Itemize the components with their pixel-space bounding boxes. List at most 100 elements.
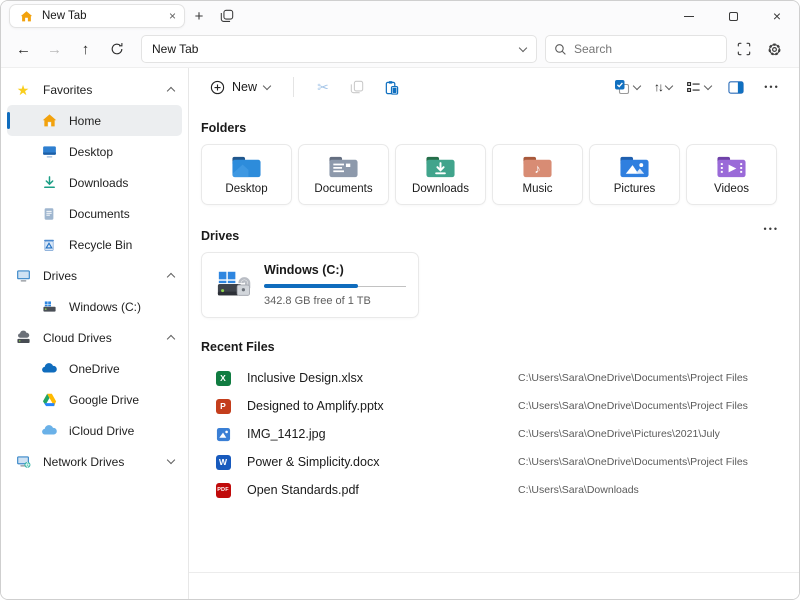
sidebar: ★ Favorites Home Desktop: [1, 68, 189, 599]
details-pane-button[interactable]: [721, 73, 751, 101]
drives-more-button[interactable]: •••: [764, 224, 779, 234]
file-name: IMG_1412.jpg: [247, 427, 518, 441]
list-view-icon: [686, 80, 701, 95]
paste-button[interactable]: [376, 73, 406, 101]
chevron-down-icon: [633, 81, 641, 89]
new-button[interactable]: New: [201, 75, 279, 100]
settings-button[interactable]: [760, 35, 789, 63]
sort-arrows-icon: ↑↓: [654, 80, 662, 94]
drive-usage-fill: [264, 284, 358, 288]
details-pane-icon: [728, 80, 744, 95]
file-row[interactable]: X Inclusive Design.xlsx C:\Users\Sara\On…: [201, 364, 787, 392]
sidebar-item-windows-c[interactable]: Windows (C:): [7, 291, 182, 322]
folder-card-documents[interactable]: Documents: [298, 144, 389, 205]
sidebar-section-network-drives[interactable]: Network Drives: [7, 446, 182, 477]
pdf-file-icon: PDF: [215, 482, 231, 498]
sidebar-item-icloud-drive[interactable]: iCloud Drive: [7, 415, 182, 446]
ellipsis-icon: •••: [764, 82, 779, 92]
item-label: Windows (C:): [69, 300, 174, 314]
tab-new-tab[interactable]: New Tab ×: [9, 4, 185, 28]
folders-grid: Desktop Documents Downloads ♪ Music: [201, 144, 787, 205]
sidebar-item-downloads[interactable]: Downloads: [7, 167, 182, 198]
item-label: Google Drive: [69, 393, 174, 407]
file-row[interactable]: W Power & Simplicity.docx C:\Users\Sara\…: [201, 448, 787, 476]
refresh-button[interactable]: [102, 35, 131, 63]
sidebar-item-home[interactable]: Home: [7, 105, 182, 136]
google-drive-icon: [41, 392, 57, 408]
drives-monitor-icon: [15, 268, 31, 284]
folders-heading: Folders: [201, 121, 787, 135]
copy-icon: [350, 80, 364, 94]
toolbar-divider: [293, 77, 294, 97]
drive-name: Windows (C:): [264, 263, 406, 277]
folder-card-pictures[interactable]: Pictures: [589, 144, 680, 205]
drive-usage-bar: [264, 284, 406, 288]
svg-text:♪: ♪: [534, 162, 540, 176]
drive-free-space: 342.8 GB free of 1 TB: [264, 295, 406, 307]
new-tab-button[interactable]: +: [185, 3, 213, 29]
select-options-button[interactable]: [610, 79, 644, 95]
home-icon: [18, 8, 34, 24]
search-icon: [554, 43, 567, 56]
file-row[interactable]: PDF Open Standards.pdf C:\Users\Sara\Dow…: [201, 476, 787, 504]
file-path: C:\Users\Sara\OneDrive\Pictures\2021\Jul…: [518, 428, 720, 440]
file-row[interactable]: IMG_1412.jpg C:\Users\Sara\OneDrive\Pict…: [201, 420, 787, 448]
cut-button[interactable]: ✂: [308, 73, 338, 101]
file-row[interactable]: P Designed to Amplify.pptx C:\Users\Sara…: [201, 392, 787, 420]
document-icon: [41, 206, 57, 222]
item-label: Home: [69, 114, 174, 128]
sidebar-section-drives[interactable]: Drives: [7, 260, 182, 291]
address-input[interactable]: [152, 42, 514, 56]
search-box[interactable]: [545, 35, 727, 63]
layout-button[interactable]: [682, 80, 715, 95]
forward-button[interactable]: →: [40, 35, 69, 63]
navigation-bar: ← → ↑: [1, 31, 799, 68]
close-button[interactable]: ×: [755, 1, 799, 31]
close-icon: ×: [773, 9, 781, 23]
chevron-up-icon[interactable]: [167, 335, 175, 343]
drive-card-windows-c[interactable]: Windows (C:) 342.8 GB free of 1 TB: [201, 252, 419, 318]
refresh-icon: [110, 42, 124, 56]
file-name: Power & Simplicity.docx: [247, 455, 518, 469]
window-controls: ×: [667, 1, 799, 31]
section-label: Favorites: [43, 83, 156, 97]
folder-card-music[interactable]: ♪ Music: [492, 144, 583, 205]
back-arrow-icon: ←: [16, 41, 31, 58]
maximize-button[interactable]: [711, 1, 755, 31]
tab-close-icon[interactable]: ×: [169, 10, 176, 22]
sort-button[interactable]: ↑↓: [650, 80, 676, 94]
copy-button[interactable]: [342, 73, 372, 101]
address-bar[interactable]: [141, 35, 537, 63]
sidebar-item-recycle-bin[interactable]: Recycle Bin: [7, 229, 182, 260]
sidebar-item-desktop[interactable]: Desktop: [7, 136, 182, 167]
more-options-button[interactable]: •••: [757, 73, 787, 101]
paste-icon: [384, 80, 399, 95]
sidebar-section-favorites[interactable]: ★ Favorites: [7, 74, 182, 105]
pictures-folder-icon: [619, 154, 650, 180]
file-path: C:\Users\Sara\OneDrive\Documents\Project…: [518, 456, 748, 468]
minimize-button[interactable]: [667, 1, 711, 31]
duplicate-tab-icon[interactable]: [213, 3, 241, 29]
chevron-up-icon[interactable]: [167, 87, 175, 95]
chevron-down-icon[interactable]: [167, 456, 175, 464]
back-button[interactable]: ←: [9, 35, 38, 63]
folder-card-desktop[interactable]: Desktop: [201, 144, 292, 205]
chevron-up-icon[interactable]: [167, 273, 175, 281]
star-icon: ★: [15, 82, 31, 98]
folder-card-videos[interactable]: Videos: [686, 144, 777, 205]
focus-mode-button[interactable]: [729, 35, 758, 63]
up-button[interactable]: ↑: [71, 35, 100, 63]
scissors-icon: ✂: [317, 79, 329, 96]
item-label: Documents: [69, 207, 174, 221]
folder-card-downloads[interactable]: Downloads: [395, 144, 486, 205]
item-label: iCloud Drive: [69, 424, 174, 438]
maximize-icon: [729, 12, 738, 21]
sidebar-item-documents[interactable]: Documents: [7, 198, 182, 229]
image-file-icon: [215, 426, 231, 442]
search-input[interactable]: [574, 42, 718, 56]
icloud-icon: [41, 423, 57, 439]
sidebar-item-onedrive[interactable]: OneDrive: [7, 353, 182, 384]
sidebar-item-google-drive[interactable]: Google Drive: [7, 384, 182, 415]
sidebar-section-cloud-drives[interactable]: Cloud Drives: [7, 322, 182, 353]
address-chevron-down-icon[interactable]: [519, 43, 527, 51]
